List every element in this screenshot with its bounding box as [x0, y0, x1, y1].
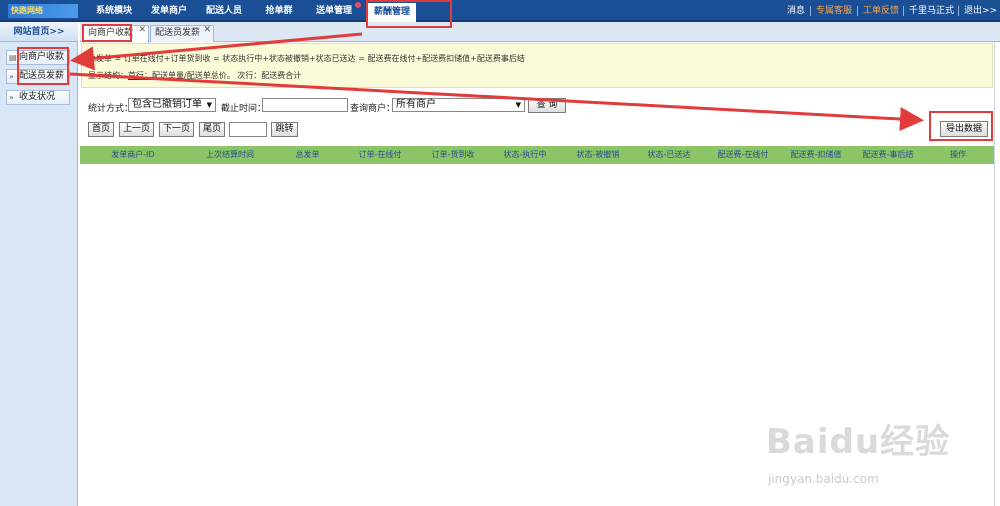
column-header[interactable]: 状态-已送达 [634, 146, 704, 164]
column-header[interactable]: 总发单 [280, 146, 335, 164]
top-nav-bar: 快跑网络 系统模块 发单商户 配送人员 抢单群 送单管理 薪酬管理 消息 专属客… [0, 0, 1000, 22]
watermark: Baidu经验 jingyan.baidu.com [760, 400, 1000, 506]
merchant-label: 查询商户： [350, 104, 396, 114]
column-header[interactable]: 配送费-在线付 [707, 146, 779, 164]
formula-text: 总发单 = 订单在线付+订单货到收 = 状态执行中+状态被撤销+状态已送达 = … [88, 54, 525, 63]
app-logo: 快跑网络 [8, 4, 78, 18]
ticket-link[interactable]: 工单反馈 [863, 0, 899, 22]
highlight-box-tab [82, 24, 132, 42]
logout-link[interactable]: 退出>> [964, 0, 997, 22]
stat-method-select[interactable]: 包含已撤销订单 ▼ [128, 98, 216, 112]
close-icon[interactable]: ✕ [138, 23, 146, 38]
query-button[interactable]: 查 询 [528, 98, 566, 113]
watermark-url: jingyan.baidu.com [768, 472, 879, 486]
messages-link[interactable]: 消息 [787, 0, 805, 22]
next-page-button[interactable]: 下一页 [159, 122, 194, 137]
divider [857, 6, 858, 16]
highlight-box-sidebar [17, 47, 69, 85]
notification-dot [355, 2, 361, 8]
double-chevron-icon: » [9, 93, 14, 102]
page-icon: ▤ [9, 53, 17, 62]
column-header[interactable]: 状态-被撤销 [563, 146, 633, 164]
column-header[interactable]: 操作 [938, 146, 978, 164]
divider [903, 6, 904, 16]
close-icon[interactable]: ✕ [203, 23, 211, 38]
highlight-box-export [929, 111, 993, 141]
column-header[interactable]: 配送费-扣储值 [780, 146, 852, 164]
column-header[interactable]: 订单-在线付 [345, 146, 415, 164]
end-time-label: 截止时间： [221, 104, 267, 114]
table-header: 发单商户-ID 上次结算时间 总发单 订单-在线付 订单-货到收 状态-执行中 … [80, 146, 994, 164]
column-header[interactable]: 发单商户-ID [88, 146, 178, 164]
stat-method-value: 包含已撤销订单 [132, 99, 202, 110]
structure-main: 首行：配送单量 [128, 71, 184, 80]
dropdown-arrow-icon: ▼ [206, 101, 212, 109]
dropdown-arrow-icon: ▼ [515, 101, 521, 109]
column-header[interactable]: 上次结算时间 [185, 146, 275, 164]
merchant-select[interactable]: 所有商户 ▼ [392, 98, 525, 112]
sidebar-item-income-status[interactable]: » 收支状况 [6, 90, 70, 105]
double-chevron-icon: » [9, 72, 14, 81]
column-header[interactable]: 订单-货到收 [418, 146, 488, 164]
divider [958, 6, 959, 16]
sidebar: 网站首页>> ▤ 向商户收款 » 配送员发薪 » 收支状况 [0, 22, 78, 506]
nav-item-grab-group[interactable]: 抢单群 [258, 0, 300, 22]
info-notice: 总发单 = 订单在线付+订单货到收 = 状态执行中+状态被撤销+状态已送达 = … [81, 43, 993, 88]
column-header[interactable]: 状态-执行中 [490, 146, 560, 164]
structure-prefix: 显示结构： [88, 71, 128, 80]
column-header[interactable]: 配送费-事后结 [852, 146, 924, 164]
watermark-brand: Baidu经验 [766, 422, 951, 462]
tab-courier-pay[interactable]: 配送员发薪 ✕ [150, 25, 214, 42]
prev-page-button[interactable]: 上一页 [119, 122, 154, 137]
account-name[interactable]: 千里马正式 [909, 0, 954, 22]
structure-text: 显示结构：首行：配送单量/配送单总价。 次行：配送费合计 [88, 70, 301, 81]
merchant-value: 所有商户 [396, 99, 436, 110]
tab-label: 配送员发薪 [155, 28, 201, 38]
sidebar-item-label: 收支状况 [19, 92, 56, 102]
last-page-button[interactable]: 尾页 [199, 122, 225, 137]
nav-item-system[interactable]: 系统模块 [90, 0, 138, 22]
stat-method-label: 统计方式： [88, 104, 134, 114]
support-link[interactable]: 专属客服 [816, 0, 852, 22]
first-page-button[interactable]: 首页 [88, 122, 114, 137]
nav-item-merchants[interactable]: 发单商户 [145, 0, 193, 22]
structure-rest: /配送单总价。 次行：配送费合计 [184, 71, 302, 80]
end-time-input[interactable] [262, 98, 348, 112]
page-number-input[interactable] [229, 122, 267, 137]
highlight-box-salary-nav [366, 0, 452, 28]
nav-item-couriers[interactable]: 配送人员 [200, 0, 248, 22]
nav-item-delivery[interactable]: 送单管理 [310, 0, 358, 22]
tab-bar: 向商户收款 ✕ 配送员发薪 ✕ [80, 22, 1000, 43]
go-page-button[interactable]: 跳转 [271, 122, 298, 137]
sidebar-home-link[interactable]: 网站首页>> [0, 22, 78, 42]
divider [810, 6, 811, 16]
